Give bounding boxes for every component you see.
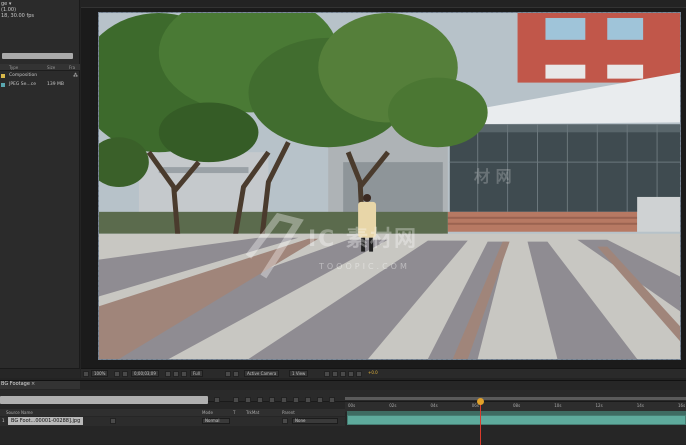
ruler-tick-label: 02s [389,403,397,408]
mask-visibility-icon[interactable] [122,371,128,377]
zoom-dropdown[interactable]: 100% [91,370,109,377]
ruler-tick-label: 04s [430,403,438,408]
render-icon[interactable] [317,397,323,403]
layer-controls-icon[interactable] [329,397,335,403]
layer-row[interactable]: 1 BG Foot...00001-00288].jpg Normal None [0,417,345,426]
current-time-display[interactable]: 0;00;03;09 [131,370,159,377]
ruler-tick-label: 12s [595,403,603,408]
work-area-bar[interactable] [345,397,686,400]
safe-zones-icon[interactable] [114,371,120,377]
layer-switches-icon[interactable] [110,418,116,424]
transparency-grid-icon[interactable] [233,371,239,377]
project-item-type: JPEG Se...ce [9,82,36,87]
hide-shy-layers-icon[interactable] [245,397,251,403]
composition-viewer: 材 网 IC 素材网 TOOOPIC.COM 100% 0;00;03;09 F… [81,0,686,378]
close-icon[interactable]: × [31,381,35,387]
column-mode[interactable]: Mode [202,410,213,415]
resolution-dropdown[interactable]: Full [190,370,203,377]
graph-editor-icon[interactable] [305,397,311,403]
watermark-subtext: TOOOPIC.COM [319,262,410,271]
composition-icon [1,74,5,78]
watermark-text: IC 素材网 [308,227,418,252]
viewer-top-bar [81,0,686,8]
ruler-tick-label: 10s [554,403,562,408]
timeline-tab-label: BG Footage [1,381,30,387]
project-panel: ge ▾ (1.00) 18, 30.00 fps Type Size Fra … [0,0,80,378]
layer-duration-bar[interactable] [347,415,686,425]
column-trkmat[interactable]: TrkMat [246,410,259,415]
snapshot-icon[interactable] [165,371,171,377]
layer-mode-dropdown[interactable]: Normal [202,418,230,424]
footage-icon [1,83,5,87]
exposure-value[interactable]: +0.0 [366,370,380,377]
timeline-toggle-icon[interactable] [340,371,346,377]
column-t[interactable]: T [233,410,235,415]
frame-blending-icon[interactable] [257,397,263,403]
timeline-panel: BG Footage × Source Name Mode T TrkMat P… [0,380,686,445]
draft-3d-icon[interactable] [233,397,239,403]
ruler-tick-label: 00s [348,403,356,408]
column-type[interactable]: Type [9,65,18,70]
timeline-column-headers: Source Name Mode T TrkMat Parent [0,409,345,416]
brainstorm-icon[interactable] [281,397,287,403]
project-item-footage[interactable]: JPEG Se...ce 139 MB [0,81,80,89]
column-source-name[interactable]: Source Name [6,410,33,415]
column-frame-rate[interactable]: Fra [69,65,75,70]
auto-keyframe-icon[interactable] [293,397,299,403]
fast-previews-icon[interactable] [332,371,338,377]
timeline-search-input[interactable] [0,396,208,404]
playhead-line[interactable] [480,401,481,445]
pixel-aspect-icon[interactable] [324,371,330,377]
comp-mini-flowchart-icon[interactable] [214,397,220,403]
project-item-composition[interactable]: Composition ⁂ [0,72,80,80]
ruler-tick-label: 14s [636,403,644,408]
layer-number: 1 [2,418,5,423]
tab-bg-footage[interactable]: BG Footage × [0,381,80,389]
view-layout-dropdown[interactable]: 1 View [289,370,309,377]
project-search-input[interactable] [2,53,73,59]
parent-pickwhip-icon[interactable] [282,418,288,424]
always-preview-icon[interactable] [83,371,89,377]
camera-view-dropdown[interactable]: Active Camera [244,370,280,377]
ruler-tick-label: 06s [471,403,479,408]
footage-info-2: 18, 30.00 fps [1,13,34,19]
footage-image [99,13,680,359]
viewer-toolbar: 100% 0;00;03;09 Full Active Camera 1 Vie… [81,368,686,378]
project-item-type: Composition [9,73,38,78]
ruler-tick-label: 16s [678,403,686,408]
show-snapshot-icon[interactable] [173,371,179,377]
project-footer-bar [0,368,80,378]
motion-blur-icon[interactable] [269,397,275,403]
region-of-interest-icon[interactable] [225,371,231,377]
comp-flowchart-icon[interactable] [348,371,354,377]
column-size[interactable]: Size [47,65,55,70]
reset-exposure-icon[interactable] [356,371,362,377]
watermark-top: 材 网 [474,167,512,186]
layer-name[interactable]: BG Foot...00001-00288].jpg [8,417,84,425]
project-item-size: 139 MB [47,82,64,87]
composition-frame[interactable] [98,12,681,360]
layer-parent-dropdown[interactable]: None [292,418,338,424]
ruler-tick-label: 08s [513,403,521,408]
column-parent[interactable]: Parent [282,410,295,415]
composition-flow-icon: ⁂ [73,73,78,79]
project-column-header: Type Size Fra [0,64,80,71]
color-channel-icon[interactable] [181,371,187,377]
